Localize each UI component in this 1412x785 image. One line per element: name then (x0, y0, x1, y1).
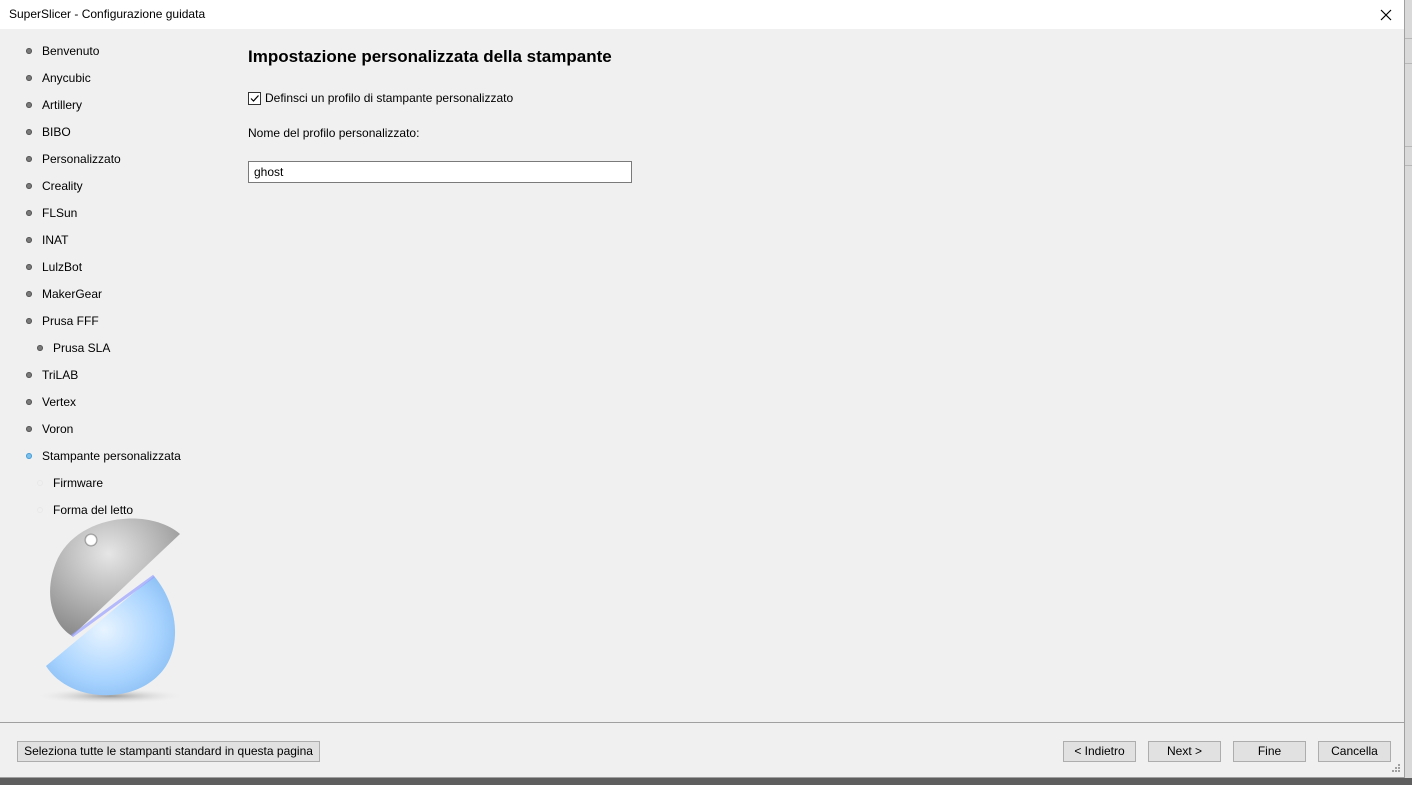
sidebar-item-label: Anycubic (42, 71, 91, 85)
sidebar-item-label: Creality (42, 179, 83, 193)
sidebar-item-label: BIBO (42, 125, 71, 139)
sidebar-item-creality[interactable]: Creality (0, 177, 230, 195)
close-icon (1380, 9, 1392, 20)
taskbar-edge (0, 778, 1412, 785)
sidebar-item-label: Stampante personalizzata (42, 449, 181, 463)
sidebar-item-label: TriLAB (42, 368, 79, 382)
custom-profile-checkbox-label: Definsci un profilo di stampante persona… (265, 91, 514, 105)
wizard-dialog: SuperSlicer - Configurazione guidata Ben… (0, 0, 1405, 778)
superslicer-logo (34, 518, 186, 704)
sidebar-item-inat[interactable]: INAT (0, 231, 230, 249)
bullet-icon (26, 237, 32, 243)
bullet-icon (26, 264, 32, 270)
sidebar-item-firmware[interactable]: Firmware (0, 474, 230, 492)
select-all-standard-printers-button[interactable]: Seleziona tutte le stampanti standard in… (17, 741, 320, 762)
bullet-icon (26, 210, 32, 216)
sidebar-item-label: Prusa SLA (53, 341, 111, 355)
next-button[interactable]: Next > (1148, 741, 1221, 762)
sidebar-item-label: MakerGear (42, 287, 103, 301)
bullet-icon (26, 426, 32, 432)
sidebar-item-label: Artillery (42, 98, 83, 112)
sidebar-item-benvenuto[interactable]: Benvenuto (0, 42, 230, 60)
profile-name-label: Nome del profilo personalizzato: (248, 126, 420, 140)
bullet-icon (26, 318, 32, 324)
sidebar-item-artillery[interactable]: Artillery (0, 96, 230, 114)
sidebar-item-label: FLSun (42, 206, 78, 220)
bullet-icon (26, 399, 32, 405)
bullet-icon (26, 372, 32, 378)
bullet-icon (37, 345, 43, 351)
sidebar-item-voron[interactable]: Voron (0, 420, 230, 438)
resize-grip-icon[interactable] (1389, 763, 1401, 775)
custom-profile-checkbox[interactable] (248, 91, 261, 105)
sidebar-item-trilab[interactable]: TriLAB (0, 366, 230, 384)
sidebar-item-prusa-sla[interactable]: Prusa SLA (0, 339, 230, 357)
sidebar-item-label: LulzBot (42, 260, 83, 274)
bullet-icon (26, 129, 32, 135)
sidebar-item-anycubic[interactable]: Anycubic (0, 69, 230, 87)
bullet-icon (26, 75, 32, 81)
bullet-icon (26, 453, 32, 459)
sidebar-item-label: Prusa FFF (42, 314, 99, 328)
sidebar-item-label: Voron (42, 422, 74, 436)
sidebar-item-personalizzato[interactable]: Personalizzato (0, 150, 230, 168)
sidebar-item-stampante-personalizzata[interactable]: Stampante personalizzata (0, 447, 230, 465)
window-title: SuperSlicer - Configurazione guidata (9, 7, 206, 21)
sidebar-item-flsun[interactable]: FLSun (0, 204, 230, 222)
bullet-icon (26, 156, 32, 162)
finish-button[interactable]: Fine (1233, 741, 1306, 762)
page-title: Impostazione personalizzata della stampa… (248, 47, 612, 66)
sidebar-item-label: Firmware (53, 476, 103, 490)
profile-name-input[interactable] (248, 161, 632, 183)
sidebar-item-label: Benvenuto (42, 44, 100, 58)
bullet-icon (37, 480, 43, 486)
checkmark-icon (250, 94, 259, 102)
back-button[interactable]: < Indietro (1063, 741, 1136, 762)
sidebar-item-vertex[interactable]: Vertex (0, 393, 230, 411)
bullet-icon (26, 102, 32, 108)
sidebar-item-makergear[interactable]: MakerGear (0, 285, 230, 303)
sidebar-item-prusa-fff[interactable]: Prusa FFF (0, 312, 230, 330)
bullet-icon (37, 507, 43, 513)
bullet-icon (26, 48, 32, 54)
sidebar-item-bibo[interactable]: BIBO (0, 123, 230, 141)
custom-profile-checkbox-row[interactable]: Definsci un profilo di stampante persona… (248, 90, 513, 106)
bullet-icon (26, 183, 32, 189)
title-bar: SuperSlicer - Configurazione guidata (0, 0, 1404, 29)
cancel-button[interactable]: Cancella (1318, 741, 1391, 762)
sidebar-item-label: Vertex (42, 395, 77, 409)
sidebar-item-lulzbot[interactable]: LulzBot (0, 258, 230, 276)
bullet-icon (26, 291, 32, 297)
background-window-edge (1405, 0, 1412, 785)
close-button[interactable] (1368, 0, 1404, 29)
sidebar-item-label: INAT (42, 233, 69, 247)
sidebar-item-label: Personalizzato (42, 152, 121, 166)
footer-separator (0, 722, 1404, 723)
